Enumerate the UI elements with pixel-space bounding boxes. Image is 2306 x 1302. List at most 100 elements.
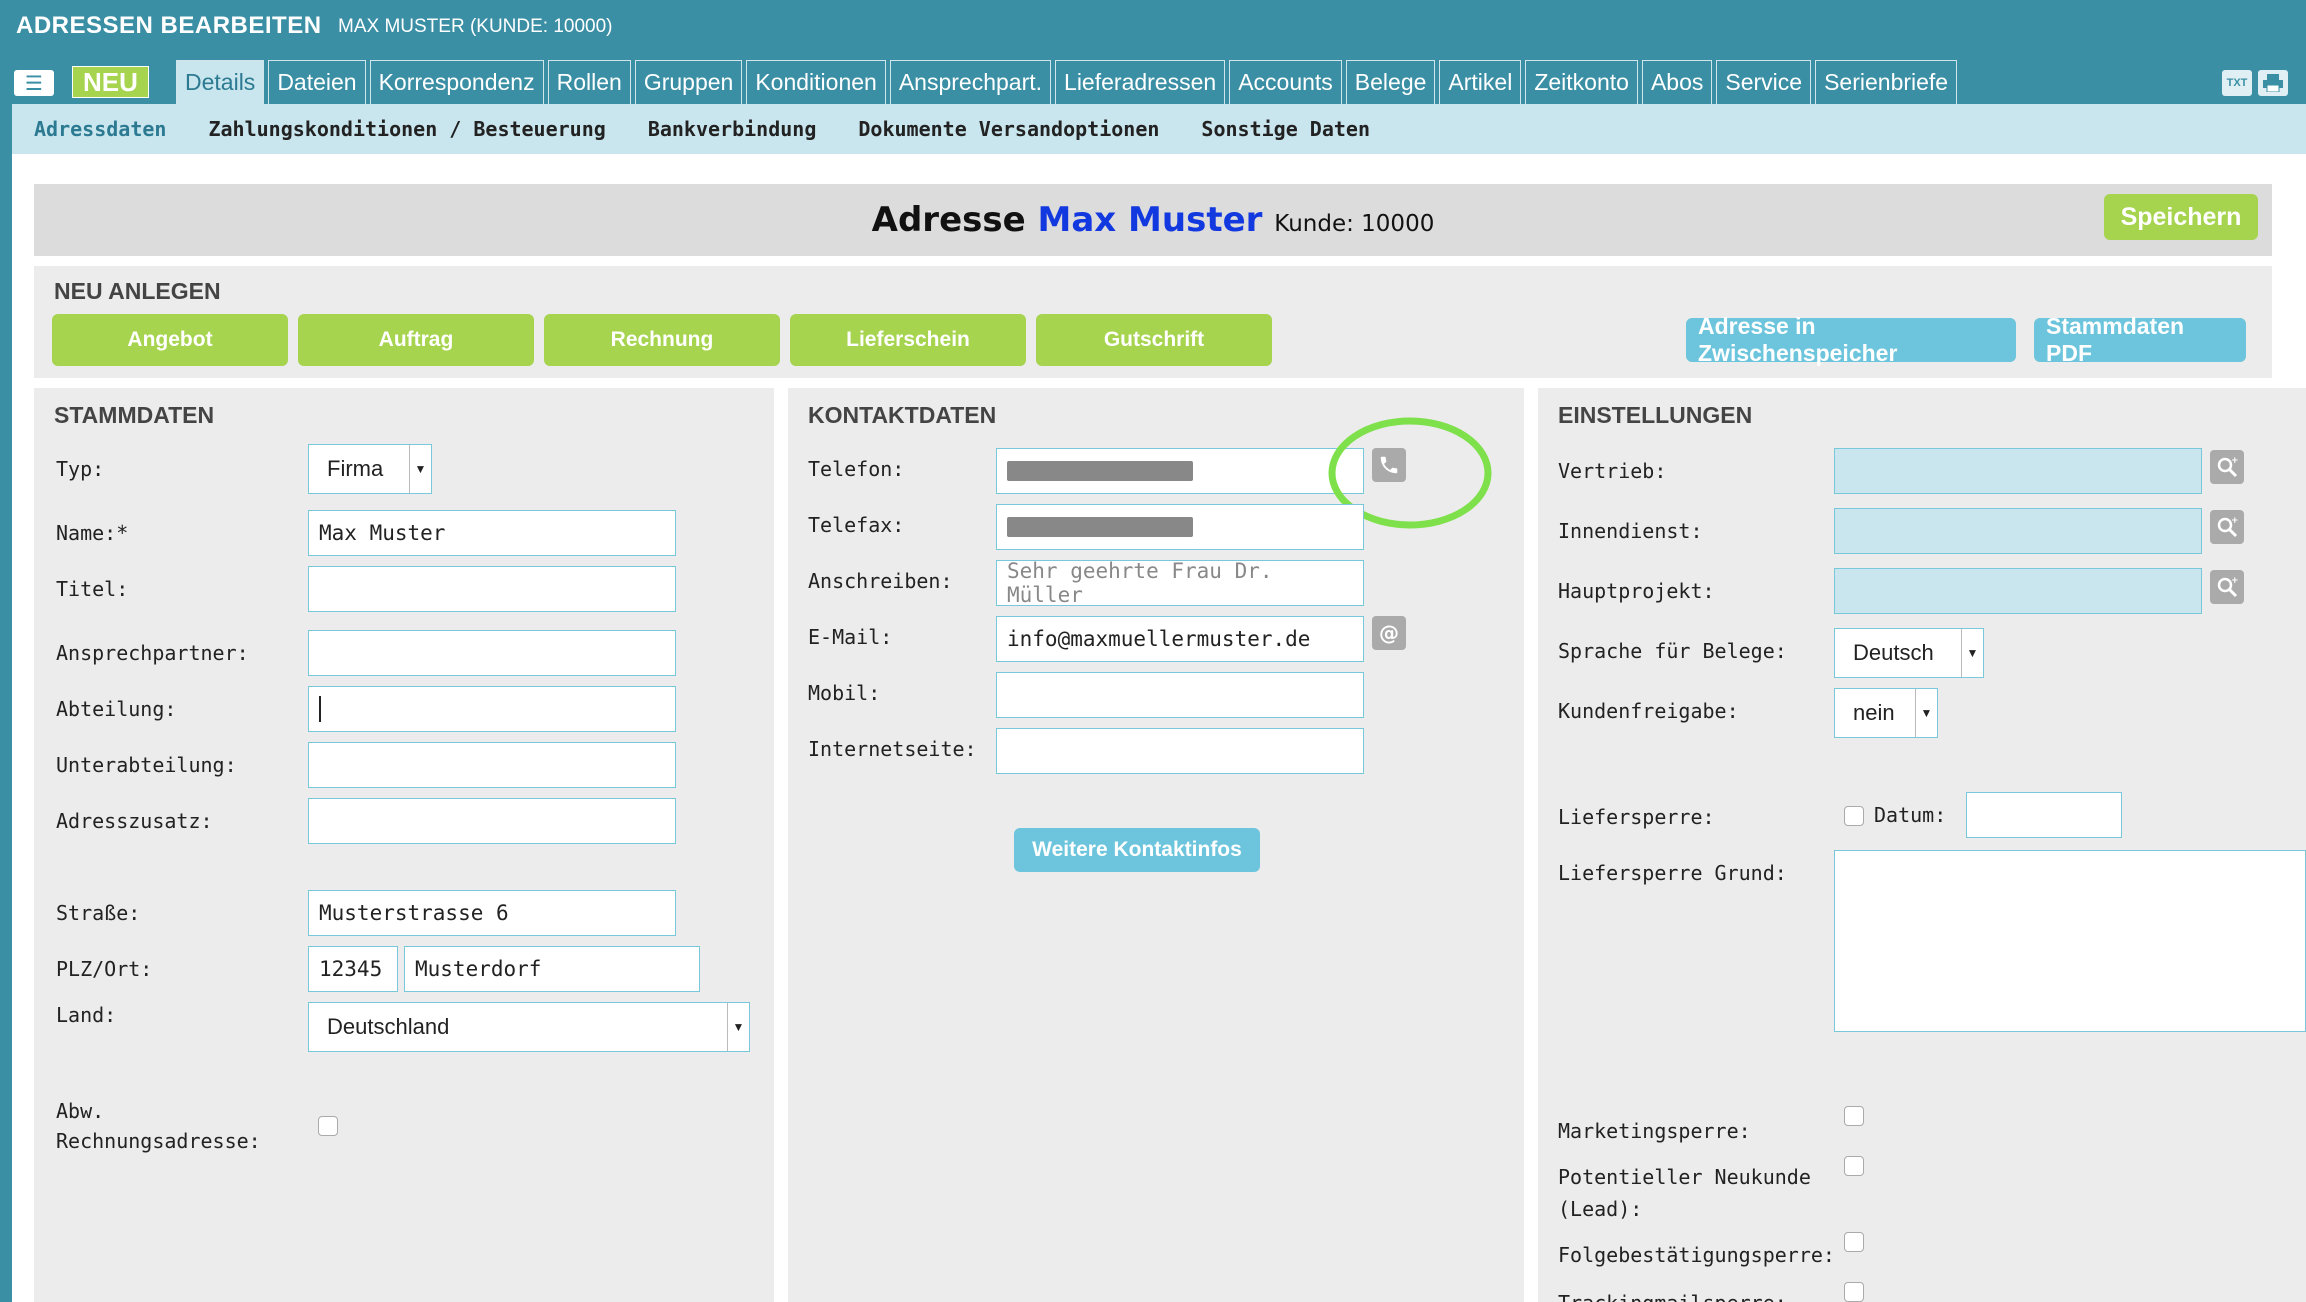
zwischenspeicher-button[interactable]: Adresse in Zwischenspeicher bbox=[1686, 313, 2016, 366]
tab-details[interactable]: Details bbox=[176, 60, 265, 104]
rechnung-button[interactable]: Rechnung bbox=[544, 314, 780, 366]
tab-rollen[interactable]: Rollen bbox=[547, 60, 631, 104]
email-at-icon[interactable]: @ bbox=[1372, 616, 1406, 650]
app-title: ADRESSEN BEARBEITEN bbox=[16, 12, 322, 40]
tab-belege[interactable]: Belege bbox=[1345, 60, 1436, 104]
menu-toggle-icon[interactable]: ☰ bbox=[14, 70, 54, 96]
tab-artikel[interactable]: Artikel bbox=[1439, 60, 1522, 104]
subtab-sonstige-daten[interactable]: Sonstige Daten bbox=[1201, 117, 1370, 141]
marketingsperre-checkbox[interactable] bbox=[1844, 1106, 1864, 1126]
telefax-field[interactable] bbox=[996, 504, 1364, 550]
titel-field[interactable] bbox=[308, 566, 676, 612]
subtab-adressdaten[interactable]: Adressdaten bbox=[34, 117, 166, 141]
liefersperre-datum-field[interactable] bbox=[1966, 792, 2122, 838]
unterabteilung-field[interactable] bbox=[308, 742, 676, 788]
lieferschein-button[interactable]: Lieferschein bbox=[790, 314, 1026, 366]
subtab-bankverbindung[interactable]: Bankverbindung bbox=[648, 117, 817, 141]
typ-select[interactable]: Firma ▼ bbox=[308, 444, 432, 494]
typ-label: Typ: bbox=[56, 457, 105, 481]
title-bar: Adresse Max Muster Kunde: 10000 bbox=[34, 184, 2272, 256]
kontaktdaten-title: KONTAKTDATEN bbox=[808, 402, 997, 428]
angebot-button[interactable]: Angebot bbox=[52, 314, 288, 366]
tab-korrespondenz[interactable]: Korrespondenz bbox=[369, 60, 544, 104]
internet-field[interactable] bbox=[996, 728, 1364, 774]
innendienst-label: Innendienst: bbox=[1558, 519, 1703, 543]
innendienst-field[interactable] bbox=[1834, 508, 2202, 554]
subtab-versandoptionen[interactable]: Dokumente Versandoptionen bbox=[858, 117, 1159, 141]
abw-label-1: Abw. bbox=[56, 1099, 105, 1123]
tab-abos[interactable]: Abos bbox=[1641, 60, 1713, 104]
abteilung-field[interactable] bbox=[308, 686, 676, 732]
vertrieb-field[interactable] bbox=[1834, 448, 2202, 494]
tab-konditionen[interactable]: Konditionen bbox=[746, 60, 886, 104]
liefersperre-grund-label: Liefersperre Grund: bbox=[1558, 861, 1787, 885]
anschreiben-field[interactable]: Sehr geehrte Frau Dr. Müller bbox=[996, 559, 1364, 607]
abw-rechnungsadresse-checkbox[interactable] bbox=[318, 1116, 338, 1136]
trackingmailsperre-checkbox[interactable] bbox=[1844, 1282, 1864, 1302]
text-cursor bbox=[319, 696, 321, 722]
liefersperre-grund-textarea[interactable] bbox=[1834, 850, 2306, 1032]
gutschrift-button[interactable]: Gutschrift bbox=[1036, 314, 1272, 366]
search-add-icon[interactable]: + bbox=[2210, 510, 2244, 544]
land-select-value: Deutschland bbox=[327, 1014, 450, 1039]
sprache-select-value: Deutsch bbox=[1853, 640, 1934, 665]
einstellungen-title: EINSTELLUNGEN bbox=[1558, 402, 1753, 428]
kontaktdaten-panel: KONTAKTDATEN Telefon: Telefax: Anschreib… bbox=[788, 388, 1524, 1302]
liefersperre-label: Liefersperre: bbox=[1558, 805, 1715, 829]
chevron-down-icon: ▼ bbox=[1915, 689, 1937, 737]
hauptprojekt-label: Hauptprojekt: bbox=[1558, 579, 1715, 603]
tab-serienbriefe[interactable]: Serienbriefe bbox=[1815, 60, 1958, 104]
strasse-field[interactable]: Musterstrasse 6 bbox=[308, 890, 676, 936]
tab-list: Details Dateien Korrespondenz Rollen Gru… bbox=[176, 60, 1958, 104]
neu-button[interactable]: NEU bbox=[72, 66, 149, 98]
ansprechpartner-field[interactable] bbox=[308, 630, 676, 676]
masked-value bbox=[1007, 517, 1193, 537]
search-add-icon[interactable]: + bbox=[2210, 450, 2244, 484]
subtab-zahlungskonditionen[interactable]: Zahlungskonditionen / Besteuerung bbox=[208, 117, 605, 141]
main-content: Adresse Max Muster Kunde: 10000 Speicher… bbox=[12, 154, 2306, 1302]
sprache-select[interactable]: Deutsch ▼ bbox=[1834, 628, 1984, 678]
kundenfreigabe-label: Kundenfreigabe: bbox=[1558, 699, 1739, 723]
mobil-field[interactable] bbox=[996, 672, 1364, 718]
email-field[interactable]: info@maxmuellermuster.de bbox=[996, 616, 1364, 662]
stammdaten-pdf-button[interactable]: Stammdaten PDF bbox=[2034, 313, 2246, 366]
kundenfreigabe-select[interactable]: nein ▼ bbox=[1834, 688, 1938, 738]
stammdaten-panel: STAMMDATEN Typ: Firma ▼ Name:* Max Muste… bbox=[34, 388, 774, 1302]
tab-ansprechpartner[interactable]: Ansprechpart. bbox=[889, 60, 1052, 104]
chevron-down-icon: ▼ bbox=[409, 445, 431, 493]
sprache-label: Sprache für Belege: bbox=[1558, 639, 1787, 663]
marketingsperre-label: Marketingsperre: bbox=[1558, 1119, 1751, 1143]
adresszusatz-field[interactable] bbox=[308, 798, 676, 844]
ort-field[interactable]: Musterdorf bbox=[404, 946, 700, 992]
liefersperre-checkbox[interactable] bbox=[1844, 806, 1864, 826]
strasse-label: Straße: bbox=[56, 901, 141, 925]
tab-dateien[interactable]: Dateien bbox=[268, 60, 366, 104]
page-title-kunde: Kunde: 10000 bbox=[1274, 211, 1435, 237]
tab-lieferadressen[interactable]: Lieferadressen bbox=[1055, 60, 1226, 104]
auftrag-button[interactable]: Auftrag bbox=[298, 314, 534, 366]
abteilung-label: Abteilung: bbox=[56, 697, 177, 721]
tab-zeitkonto[interactable]: Zeitkonto bbox=[1525, 60, 1638, 104]
hauptprojekt-field[interactable] bbox=[1834, 568, 2202, 614]
tab-service[interactable]: Service bbox=[1716, 60, 1812, 104]
land-select[interactable]: Deutschland ▼ bbox=[308, 1002, 750, 1052]
neu-anlegen-section: NEU ANLEGEN Angebot Auftrag Rechnung Lie… bbox=[34, 266, 2272, 378]
tab-gruppen[interactable]: Gruppen bbox=[634, 60, 743, 104]
folgebestaetigungsperre-checkbox[interactable] bbox=[1844, 1232, 1864, 1252]
mobil-label: Mobil: bbox=[808, 681, 881, 705]
ansprechpartner-label: Ansprechpartner: bbox=[56, 641, 249, 665]
adresszusatz-label: Adresszusatz: bbox=[56, 809, 213, 833]
weitere-kontaktinfos-button[interactable]: Weitere Kontaktinfos bbox=[1014, 828, 1260, 872]
unterabteilung-label: Unterabteilung: bbox=[56, 753, 237, 777]
neu-anlegen-title: NEU ANLEGEN bbox=[54, 278, 221, 304]
search-add-icon[interactable]: + bbox=[2210, 570, 2244, 604]
name-field[interactable]: Max Muster bbox=[308, 510, 676, 556]
telefon-field[interactable] bbox=[996, 448, 1364, 494]
tab-accounts[interactable]: Accounts bbox=[1229, 60, 1342, 104]
subtab-bar: Adressdaten Zahlungskonditionen / Besteu… bbox=[12, 104, 2306, 154]
plz-field[interactable]: 12345 bbox=[308, 946, 398, 992]
print-icon[interactable] bbox=[2258, 70, 2288, 96]
save-button[interactable]: Speichern bbox=[2104, 194, 2258, 240]
txt-export-icon[interactable]: TXT bbox=[2222, 70, 2252, 96]
lead-checkbox[interactable] bbox=[1844, 1156, 1864, 1176]
